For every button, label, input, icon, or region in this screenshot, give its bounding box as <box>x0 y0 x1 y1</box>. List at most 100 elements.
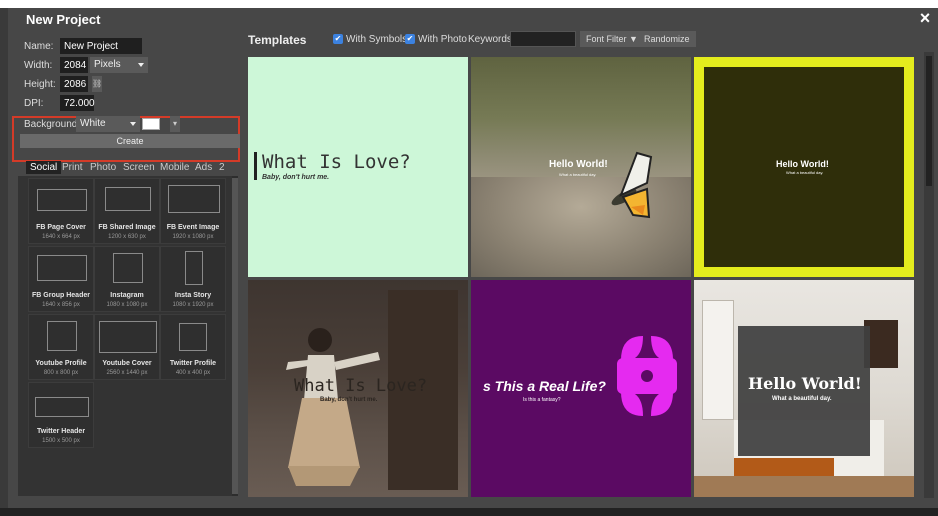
preset-size: 1080 x 1080 px <box>106 302 148 308</box>
preset-fb-group-header[interactable]: FB Group Header 1640 x 856 px <box>28 246 94 312</box>
preset-size: 1200 x 630 px <box>108 234 146 240</box>
preset-twitter-profile[interactable]: Twitter Profile 400 x 400 px <box>160 314 226 380</box>
color-dropdown-button[interactable]: ▾ <box>170 116 180 132</box>
with-photo-label: With Photo <box>418 34 467 45</box>
preset-instagram[interactable]: Instagram 1080 x 1080 px <box>94 246 160 312</box>
chevron-down-icon <box>130 122 136 126</box>
background-label: Background: <box>24 119 81 130</box>
templates-scrollbar-thumb[interactable] <box>926 56 932 186</box>
bottom-strip <box>0 508 938 516</box>
template-card[interactable]: Hello World! What a beautiful day. <box>471 57 691 277</box>
preset-youtube-profile[interactable]: Youtube Profile 800 x 800 px <box>28 314 94 380</box>
font-filter-button[interactable]: Font Filter ▼ <box>580 31 644 47</box>
tab-ads[interactable]: Ads <box>195 162 212 173</box>
template-subtitle: What a beautiful day. <box>786 170 824 175</box>
dialog-title: New Project <box>26 12 101 27</box>
dpi-input[interactable]: 72.000 <box>60 95 95 111</box>
preset-shape <box>47 321 77 351</box>
unit-select[interactable]: Pixels <box>90 57 148 73</box>
close-button[interactable]: × <box>916 8 934 28</box>
preset-shape <box>179 323 207 351</box>
preset-twitter-header[interactable]: Twitter Header 1500 x 500 px <box>28 382 94 448</box>
preset-scrollbar-thumb[interactable] <box>232 178 238 494</box>
preset-size: 2560 x 1440 px <box>106 370 148 376</box>
name-input[interactable]: New Project <box>60 38 142 54</box>
height-input[interactable]: 2086 <box>60 76 88 92</box>
dpi-label: DPI: <box>24 98 44 109</box>
preset-name: FB Group Header <box>32 292 90 299</box>
template-card[interactable]: Hello World! What a beautiful day. <box>694 280 914 497</box>
keywords-input[interactable] <box>510 31 576 47</box>
templates-scrollbar[interactable] <box>924 52 934 498</box>
preset-fb-page-cover[interactable]: FB Page Cover 1640 x 664 px <box>28 178 94 244</box>
template-card[interactable]: What Is Love? Baby, don't hurt me. <box>248 57 468 277</box>
preset-scrollbar[interactable] <box>232 176 238 496</box>
template-card[interactable]: What Is Love? Baby, don't hurt me. <box>248 280 468 497</box>
tab-more[interactable]: 2 <box>219 162 225 173</box>
photo-window <box>702 300 734 420</box>
dpi-row: DPI: 72.000 <box>22 95 222 111</box>
template-subtitle: What a beautiful day. <box>559 172 597 177</box>
name-label: Name: <box>24 41 54 52</box>
unit-select-value: Pixels <box>94 59 121 70</box>
preset-name: FB Page Cover <box>36 224 86 231</box>
template-title: Hello World! <box>776 159 829 169</box>
preset-fb-event-image[interactable]: FB Event Image 1920 x 1080 px <box>160 178 226 244</box>
preset-size: 1640 x 664 px <box>42 234 80 240</box>
template-subtitle: Baby, don't hurt me. <box>262 174 330 181</box>
name-row: Name: New Project <box>22 38 222 54</box>
preset-name: FB Event Image <box>166 224 220 231</box>
template-subtitle: What a beautiful day. <box>772 396 832 402</box>
template-title: Hello World! <box>549 159 608 170</box>
height-row: Height: 2086 ⛓ <box>22 76 222 92</box>
chevron-down-icon <box>138 63 144 67</box>
preset-name: Twitter Profile <box>169 360 217 367</box>
preset-name: Twitter Header <box>36 428 86 435</box>
filter-icon: ▼ <box>629 34 638 44</box>
font-filter-label: Font Filter <box>586 34 627 44</box>
preset-name: Youtube Cover <box>102 360 152 367</box>
background-select-value: White <box>80 118 106 129</box>
template-title: Hello World! <box>748 374 862 393</box>
template-card[interactable]: s This a Real Life? Is this a fantasy? <box>471 280 691 497</box>
tab-screen[interactable]: Screen <box>123 162 155 173</box>
preset-youtube-cover[interactable]: Youtube Cover 2560 x 1440 px <box>94 314 160 380</box>
preset-shape <box>99 321 157 353</box>
background-row: Background: White ▾ <box>22 116 222 132</box>
tab-print[interactable]: Print <box>62 162 83 173</box>
with-symbols-checkbox[interactable]: ✔ <box>333 34 343 44</box>
preset-shape <box>37 189 87 211</box>
height-label: Height: <box>24 79 56 90</box>
template-card[interactable]: Hello World! What a beautiful day. <box>694 57 914 277</box>
create-button[interactable]: Create <box>20 134 240 148</box>
dialog-titlebar[interactable]: New Project × <box>8 8 938 30</box>
accent-bar <box>254 152 257 180</box>
background-color-swatch[interactable] <box>142 118 160 130</box>
preset-shape <box>113 253 143 283</box>
tab-photo[interactable]: Photo <box>90 162 116 173</box>
randomize-button[interactable]: Randomize <box>638 31 696 47</box>
templates-title: Templates <box>248 33 307 47</box>
preset-fb-shared-image[interactable]: FB Shared Image 1200 x 630 px <box>94 178 160 244</box>
tab-social[interactable]: Social <box>26 161 62 174</box>
templates-header: Templates ✔ With Symbols ✔ With Photo Ke… <box>240 30 930 50</box>
template-title: What Is Love? <box>294 376 428 396</box>
preset-shape <box>185 251 203 285</box>
link-aspect-icon[interactable]: ⛓ <box>92 76 102 92</box>
preset-shape <box>168 185 220 213</box>
with-symbols-label: With Symbols <box>346 34 408 45</box>
width-input[interactable]: 2084 <box>60 57 88 73</box>
template-title: s This a Real Life? <box>483 378 606 394</box>
preset-size: 800 x 800 px <box>43 370 79 376</box>
preset-insta-story[interactable]: Insta Story 1080 x 1920 px <box>160 246 226 312</box>
tab-mobile[interactable]: Mobile <box>160 162 189 173</box>
preset-shape <box>37 255 87 281</box>
with-photo-checkbox[interactable]: ✔ <box>405 34 415 44</box>
preset-size: 1080 x 1920 px <box>172 302 214 308</box>
template-subtitle: Baby, don't hurt me. <box>320 397 378 403</box>
preset-shape <box>35 397 89 417</box>
preset-name: FB Shared Image <box>98 224 156 231</box>
preset-size: 1640 x 856 px <box>42 302 80 308</box>
preset-size: 1500 x 500 px <box>42 438 80 444</box>
background-select[interactable]: White <box>76 116 140 132</box>
